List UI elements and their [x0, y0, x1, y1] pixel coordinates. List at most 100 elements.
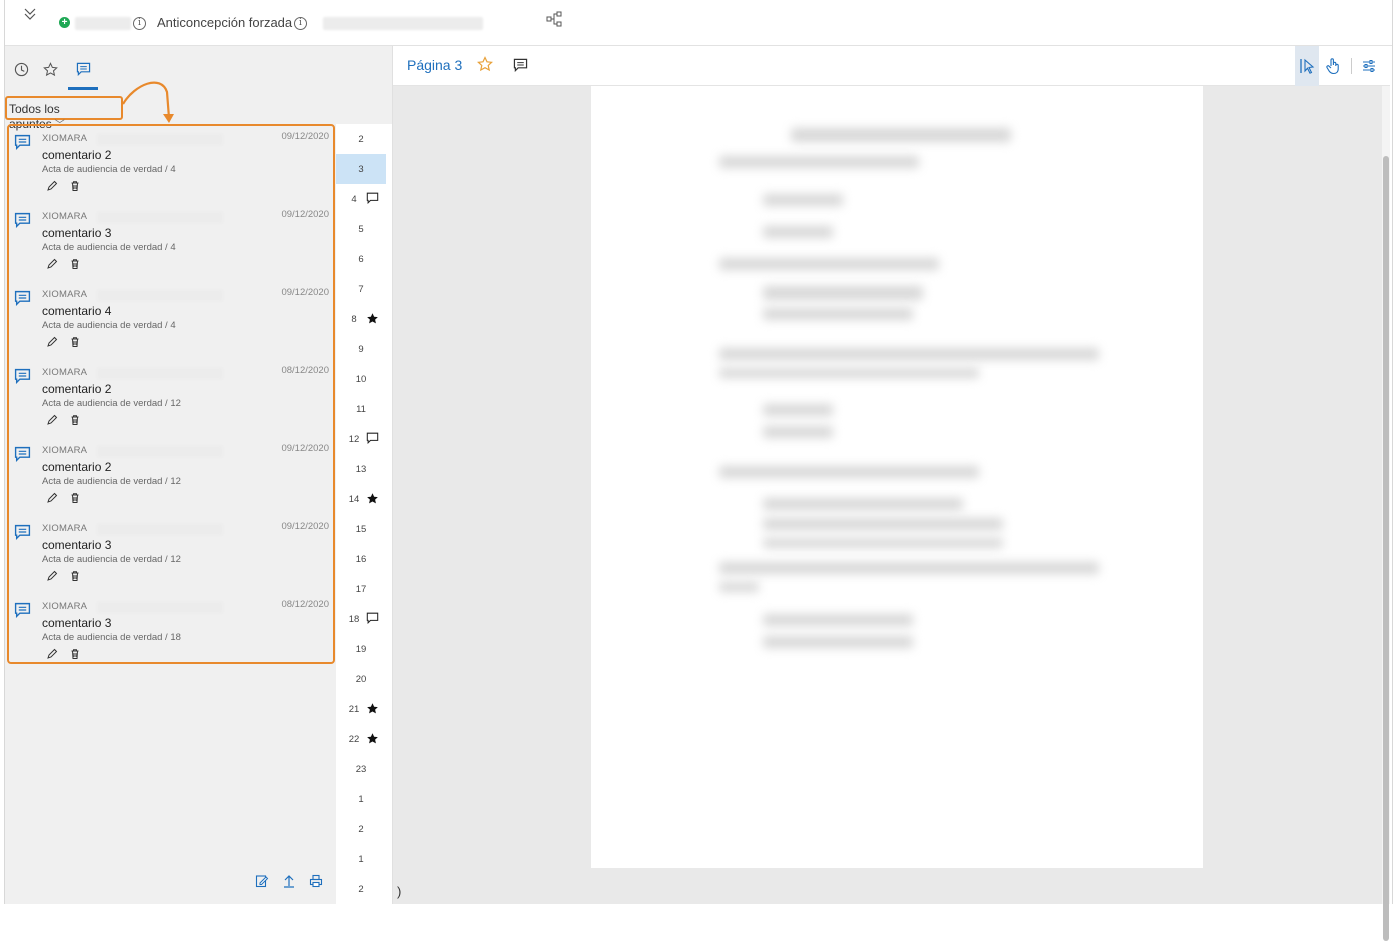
- comment-icon: [14, 134, 31, 151]
- page-number-item[interactable]: 19: [336, 634, 386, 664]
- info-icon[interactable]: i: [294, 17, 307, 30]
- hand-icon[interactable]: [1325, 57, 1341, 75]
- trash-icon[interactable]: [69, 257, 81, 269]
- page-number: 9: [358, 344, 364, 355]
- page-number-item[interactable]: 1: [336, 844, 386, 874]
- pencil-icon[interactable]: [46, 257, 58, 269]
- trash-icon[interactable]: [69, 569, 81, 581]
- page-number-item[interactable]: 23: [336, 754, 386, 784]
- page-number-item[interactable]: 2: [336, 814, 386, 844]
- page-number-item[interactable]: 9: [336, 334, 386, 364]
- page-number-item[interactable]: 10: [336, 364, 386, 394]
- page-number: 11: [356, 404, 366, 415]
- page-number-item[interactable]: 7: [336, 274, 386, 304]
- trash-icon[interactable]: [69, 647, 81, 659]
- page-number-item[interactable]: 12: [336, 424, 386, 454]
- print-icon[interactable]: [309, 874, 323, 888]
- page-number-item[interactable]: 4: [336, 184, 386, 214]
- note-title[interactable]: comentario 3: [42, 538, 111, 552]
- chevron-double-down-icon[interactable]: [21, 6, 39, 24]
- page-number-item[interactable]: 3: [336, 154, 386, 184]
- page-number-item[interactable]: 1: [336, 784, 386, 814]
- note-item[interactable]: XIOMARA 09/12/2020 comentario 2 Acta de aud…: [9, 438, 333, 516]
- pencil-icon[interactable]: [46, 413, 58, 425]
- page-number-item[interactable]: 8: [336, 304, 386, 334]
- page-number-item[interactable]: 2: [336, 124, 386, 154]
- note-title[interactable]: comentario 3: [42, 616, 111, 630]
- note-item[interactable]: XIOMARA 09/12/2020 comentario 3 Acta de aud…: [9, 204, 333, 282]
- page-number-item[interactable]: 15: [336, 514, 386, 544]
- page-number-item[interactable]: 22: [336, 724, 386, 754]
- note-item[interactable]: XIOMARA 09/12/2020 comentario 4 Acta de aud…: [9, 282, 333, 360]
- note-reference[interactable]: Acta de audiencia de verdad / 4: [42, 242, 176, 253]
- page-number: 19: [355, 644, 367, 655]
- note-reference[interactable]: Acta de audiencia de verdad / 12: [42, 554, 181, 565]
- pencil-icon[interactable]: [46, 335, 58, 347]
- note-date: 09/12/2020: [281, 443, 329, 454]
- note-title[interactable]: comentario 2: [42, 460, 111, 474]
- page-number: 6: [358, 254, 364, 265]
- note-author: XIOMARA: [42, 445, 88, 456]
- note-reference[interactable]: Acta de audiencia de verdad / 4: [42, 164, 176, 175]
- edit-note-icon[interactable]: [255, 874, 269, 888]
- note-item[interactable]: XIOMARA 08/12/2020 comentario 2 Acta de aud…: [9, 360, 333, 438]
- page-number-item[interactable]: 16: [336, 544, 386, 574]
- comment-icon[interactable]: [68, 56, 98, 90]
- page-number: 2: [358, 824, 364, 835]
- page-number-item[interactable]: 6: [336, 244, 386, 274]
- star-icon[interactable]: [477, 56, 493, 72]
- info-icon[interactable]: i: [133, 17, 146, 30]
- page-number: 15: [355, 524, 367, 535]
- note-reference[interactable]: Acta de audiencia de verdad / 12: [42, 398, 181, 409]
- note-author: XIOMARA: [42, 523, 88, 534]
- page-number: 2: [358, 884, 364, 895]
- trash-icon[interactable]: [69, 335, 81, 347]
- select-pointer-icon[interactable]: [1295, 46, 1319, 86]
- page-number-item[interactable]: 18: [336, 604, 386, 634]
- settings-sliders-icon[interactable]: [1361, 58, 1377, 74]
- page-number-item[interactable]: 11: [336, 394, 386, 424]
- note-title[interactable]: comentario 3: [42, 226, 111, 240]
- trash-icon[interactable]: [69, 413, 81, 425]
- pencil-icon[interactable]: [46, 179, 58, 191]
- tree-icon[interactable]: [546, 11, 562, 27]
- page-number-item[interactable]: 13: [336, 454, 386, 484]
- page-number-item[interactable]: 20: [336, 664, 386, 694]
- note-reference[interactable]: Acta de audiencia de verdad / 12: [42, 476, 181, 487]
- note-item[interactable]: XIOMARA 08/12/2020 comentario 3 Acta de aud…: [9, 594, 333, 672]
- comment-icon[interactable]: [513, 58, 528, 73]
- pencil-icon[interactable]: [46, 647, 58, 659]
- export-icon[interactable]: [282, 874, 296, 888]
- page-number-item[interactable]: 21: [336, 694, 386, 724]
- note-reference[interactable]: Acta de audiencia de verdad / 18: [42, 632, 181, 643]
- star-icon: [366, 702, 380, 715]
- note-title[interactable]: comentario 4: [42, 304, 111, 318]
- viewer-scrollbar[interactable]: [1382, 86, 1390, 941]
- note-author: XIOMARA: [42, 367, 88, 378]
- notes-list: XIOMARA 09/12/2020 comentario 2 Acta de aud…: [7, 124, 335, 664]
- page-number-item[interactable]: 17: [336, 574, 386, 604]
- note-title[interactable]: comentario 2: [42, 148, 111, 162]
- page-number-item[interactable]: 5: [336, 214, 386, 244]
- pencil-icon[interactable]: [46, 569, 58, 581]
- trash-icon[interactable]: [69, 179, 81, 191]
- pencil-icon[interactable]: [46, 491, 58, 503]
- page-number-item[interactable]: 14: [336, 484, 386, 514]
- star-icon[interactable]: [38, 56, 62, 82]
- note-title[interactable]: comentario 2: [42, 382, 111, 396]
- plus-circle-icon[interactable]: +: [59, 17, 70, 28]
- comment-icon: [366, 612, 380, 625]
- note-item[interactable]: XIOMARA 09/12/2020 comentario 3 Acta de aud…: [9, 516, 333, 594]
- page-number-item[interactable]: 2: [336, 874, 386, 904]
- trash-icon[interactable]: [69, 491, 81, 503]
- note-author: XIOMARA: [42, 289, 88, 300]
- note-author: XIOMARA: [42, 601, 88, 612]
- notes-filter-dropdown[interactable]: Todos los apuntes ﹀: [5, 96, 123, 131]
- clock-icon[interactable]: [9, 56, 33, 82]
- note-reference[interactable]: Acta de audiencia de verdad / 4: [42, 320, 176, 331]
- notes-sidebar: Todos los apuntes ﹀ XIOMARA 09/12/2020 come…: [5, 46, 393, 904]
- note-item[interactable]: XIOMARA 09/12/2020 comentario 2 Acta de aud…: [9, 126, 333, 204]
- comment-icon: [14, 524, 31, 541]
- document-page[interactable]: [591, 86, 1203, 868]
- scrollbar-thumb[interactable]: [1383, 156, 1389, 941]
